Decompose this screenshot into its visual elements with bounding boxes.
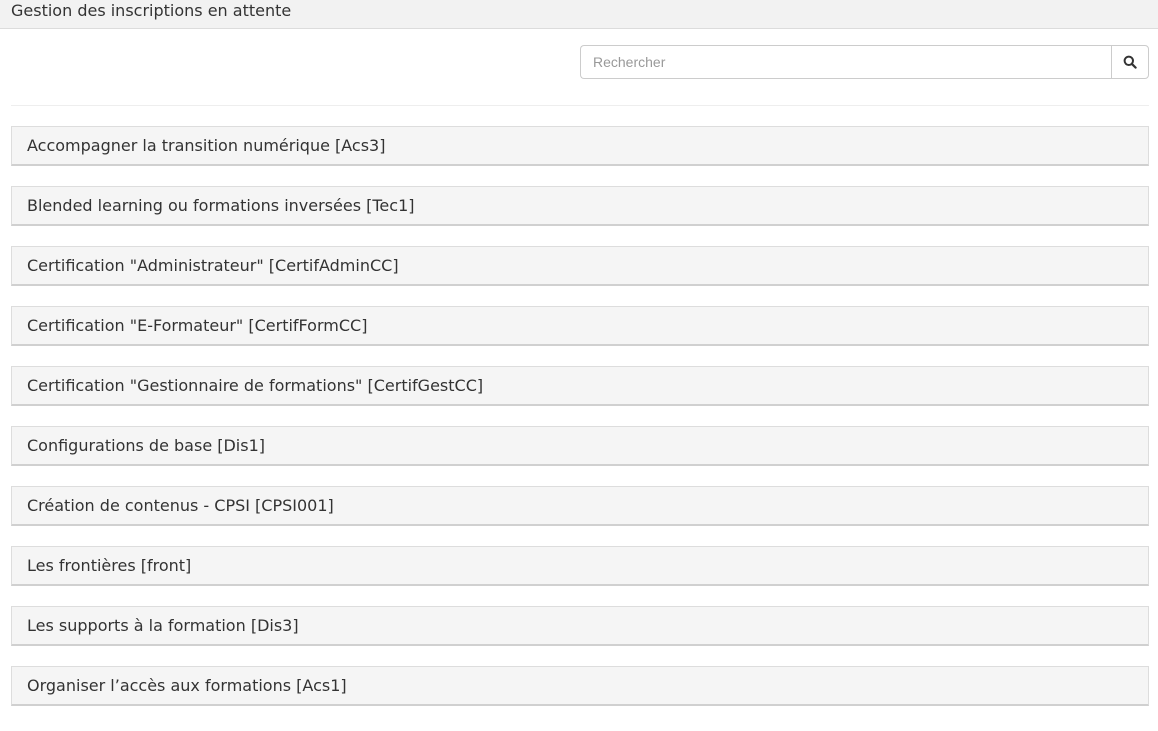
course-item[interactable]: Création de contenus - CPSI [CPSI001] — [11, 486, 1149, 526]
course-label: Accompagner la transition numérique [Acs… — [27, 136, 386, 155]
course-item[interactable]: Blended learning ou formations inversées… — [11, 186, 1149, 226]
course-label: Les frontières [front] — [27, 556, 192, 575]
course-label: Blended learning ou formations inversées… — [27, 196, 415, 215]
course-label: Configurations de base [Dis1] — [27, 436, 266, 455]
page-title: Gestion des inscriptions en attente — [11, 1, 292, 20]
course-label: Les supports à la formation [Dis3] — [27, 616, 299, 635]
course-item[interactable]: Les frontières [front] — [11, 546, 1149, 586]
course-item[interactable]: Organiser l’accès aux formations [Acs1] — [11, 666, 1149, 706]
course-label: Certification "Administrateur" [CertifAd… — [27, 256, 399, 275]
search-icon — [1123, 55, 1137, 69]
course-item[interactable]: Certification "E-Formateur" [CertifFormC… — [11, 306, 1149, 346]
course-label: Création de contenus - CPSI [CPSI001] — [27, 496, 334, 515]
course-list: Accompagner la transition numérique [Acs… — [11, 126, 1149, 726]
search-button[interactable] — [1111, 45, 1149, 79]
search-group — [580, 45, 1149, 79]
course-item[interactable]: Les supports à la formation [Dis3] — [11, 606, 1149, 646]
header-bar: Gestion des inscriptions en attente — [0, 0, 1158, 29]
search-input[interactable] — [580, 45, 1111, 79]
course-label: Certification "E-Formateur" [CertifFormC… — [27, 316, 368, 335]
course-item[interactable]: Certification "Gestionnaire de formation… — [11, 366, 1149, 406]
course-label: Certification "Gestionnaire de formation… — [27, 376, 484, 395]
divider — [11, 105, 1149, 106]
course-item[interactable]: Certification "Administrateur" [CertifAd… — [11, 246, 1149, 286]
course-item[interactable]: Accompagner la transition numérique [Acs… — [11, 126, 1149, 166]
course-label: Organiser l’accès aux formations [Acs1] — [27, 676, 347, 695]
course-item[interactable]: Configurations de base [Dis1] — [11, 426, 1149, 466]
